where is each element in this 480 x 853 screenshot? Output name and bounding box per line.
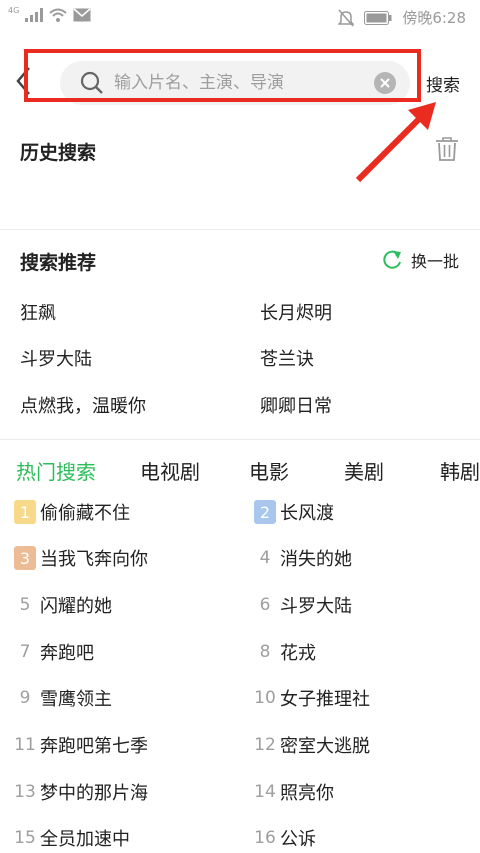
- tab-korean-series[interactable]: 韩剧: [440, 456, 480, 485]
- rank-number: 7: [19, 642, 31, 662]
- hot-list-item[interactable]: 8 花戎: [254, 639, 316, 665]
- tab-hot-search[interactable]: 热门搜索: [16, 456, 96, 485]
- tab-us-series[interactable]: 美剧: [344, 456, 384, 485]
- hot-list-item[interactable]: 10 女子推理社: [254, 685, 370, 711]
- hot-item-name: 奔跑吧: [40, 643, 94, 664]
- recommend-item[interactable]: 长月烬明: [260, 299, 332, 325]
- hot-item-name: 当我飞奔向你: [40, 549, 148, 570]
- rank-number: 11: [14, 735, 36, 755]
- rank-badge: 2: [254, 500, 276, 524]
- rank-badge: 3: [14, 546, 36, 570]
- recommend-item[interactable]: 苍兰诀: [260, 345, 314, 371]
- divider: [0, 229, 480, 230]
- divider: [0, 439, 480, 440]
- clear-button[interactable]: [374, 72, 396, 94]
- hot-list-item[interactable]: 13 梦中的那片海: [14, 779, 148, 805]
- signal-icon: [25, 8, 44, 22]
- hot-list-item[interactable]: 6 斗罗大陆: [254, 592, 352, 618]
- rank-number: 14: [254, 782, 276, 802]
- annotation-arrow: [355, 102, 436, 183]
- search-icon: [80, 71, 103, 94]
- hot-item-name: 偷偷藏不住: [40, 503, 130, 524]
- history-title: 历史搜索: [20, 142, 97, 164]
- refresh-button[interactable]: 换一批: [381, 248, 459, 272]
- chevron-left-icon: [16, 67, 30, 95]
- recommend-item[interactable]: 斗罗大陆: [20, 345, 92, 371]
- rank-number: 10: [254, 688, 276, 708]
- recommend-item[interactable]: 狂飙: [20, 299, 56, 325]
- status-bar: 4G 傍晚6:28: [0, 0, 480, 34]
- hot-item-name: 闪耀的她: [40, 596, 112, 617]
- search-input[interactable]: [114, 69, 364, 97]
- rank-number: 8: [259, 642, 271, 662]
- wifi-icon: [49, 8, 67, 22]
- hot-item-name: 公诉: [280, 829, 316, 850]
- recommend-item[interactable]: 点燃我，温暖你: [20, 392, 146, 418]
- refresh-icon: [383, 250, 401, 269]
- mail-icon: [73, 8, 91, 22]
- hot-list-item[interactable]: 2 长风渡: [254, 499, 334, 525]
- rank-number: 9: [19, 688, 31, 708]
- hot-list-item[interactable]: 12 密室大逃脱: [254, 732, 370, 758]
- rank-number: 6: [259, 595, 271, 615]
- status-time: 傍晚6:28: [402, 9, 466, 27]
- hot-item-name: 花戎: [280, 643, 316, 664]
- trash-icon: [436, 137, 458, 161]
- hot-list-item[interactable]: 14 照亮你: [254, 779, 334, 805]
- hot-list-item[interactable]: 7 奔跑吧: [14, 639, 94, 665]
- close-icon: [380, 78, 390, 88]
- rank-badge: 1: [14, 500, 36, 524]
- network-type: 4G: [8, 5, 20, 15]
- rank-number: 5: [19, 595, 31, 615]
- hot-item-name: 密室大逃脱: [280, 736, 370, 757]
- mute-bell-icon: [338, 9, 355, 26]
- hot-item-name: 女子推理社: [280, 689, 370, 710]
- hot-list-item[interactable]: 5 闪耀的她: [14, 592, 112, 618]
- hot-item-name: 奔跑吧第七季: [40, 736, 148, 757]
- tab-tv-series[interactable]: 电视剧: [140, 456, 200, 485]
- hot-item-name: 雪鹰领主: [40, 689, 112, 710]
- clear-history-button[interactable]: [434, 136, 460, 166]
- rank-number: 12: [254, 735, 276, 755]
- hot-list-item[interactable]: 4 消失的她: [254, 545, 352, 571]
- hot-list-item[interactable]: 9 雪鹰领主: [14, 685, 112, 711]
- rank-number: 16: [254, 828, 276, 848]
- hot-item-name: 全员加速中: [40, 829, 130, 850]
- hot-list-item[interactable]: 1 偷偷藏不住: [14, 499, 130, 525]
- hot-item-name: 斗罗大陆: [280, 596, 352, 617]
- hot-list-item[interactable]: 15 全员加速中: [14, 825, 130, 851]
- hot-item-name: 消失的她: [280, 549, 352, 570]
- refresh-label: 换一批: [411, 252, 460, 271]
- hot-list-item[interactable]: 11 奔跑吧第七季: [14, 732, 148, 758]
- hot-item-name: 梦中的那片海: [40, 783, 148, 804]
- search-button[interactable]: 搜索: [426, 71, 460, 96]
- recommend-item[interactable]: 卿卿日常: [260, 392, 332, 418]
- rank-number: 13: [14, 782, 36, 802]
- hot-item-name: 照亮你: [280, 783, 334, 804]
- rank-number: 15: [14, 828, 36, 848]
- hot-list-item[interactable]: 3 当我飞奔向你: [14, 545, 148, 571]
- rank-number: 4: [259, 548, 271, 568]
- recommend-title: 搜索推荐: [20, 252, 97, 274]
- hot-item-name: 长风渡: [280, 503, 334, 524]
- tab-movies[interactable]: 电影: [249, 456, 289, 485]
- hot-list-item[interactable]: 16 公诉: [254, 825, 316, 851]
- battery-icon: [364, 10, 392, 25]
- back-button[interactable]: [14, 66, 44, 102]
